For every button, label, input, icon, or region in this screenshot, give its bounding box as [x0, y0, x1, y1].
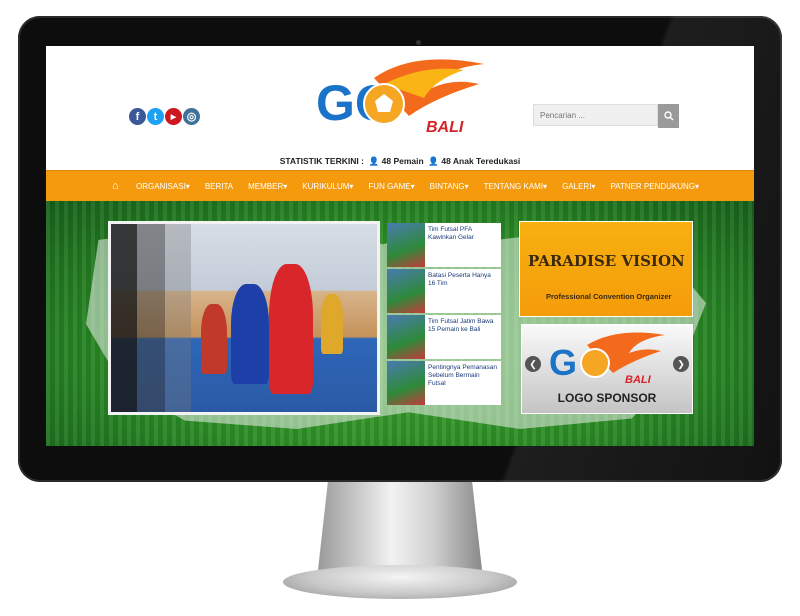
news-thumbnail: [387, 269, 425, 313]
chevron-left-icon: ❮: [529, 358, 537, 369]
news-list: Tim Futsal PFA Kawinkan Gelar Batasi Pes…: [387, 223, 501, 423]
news-item[interactable]: Pentingnya Pemanasan Sebelum Bermain Fut…: [387, 361, 501, 405]
nav-item-organisasi[interactable]: ORGANISASI▾: [136, 182, 190, 191]
user-icon: 👤: [428, 156, 440, 166]
slider-next-button[interactable]: ❯: [673, 356, 689, 372]
ad-title: PARADISE VISION: [528, 252, 685, 270]
monitor-stand: [318, 482, 482, 570]
youtube-icon[interactable]: ▶: [165, 108, 182, 125]
stats-players: 48 Pemain: [381, 156, 424, 166]
news-thumbnail: [387, 361, 425, 405]
user-icon: 👤: [368, 156, 380, 166]
news-item[interactable]: Batasi Peserta Hanya 16 Tim: [387, 269, 501, 313]
nav-item-kurikulum[interactable]: KURIKULUM▾: [302, 182, 353, 191]
home-icon[interactable]: ⌂: [112, 180, 124, 192]
instagram-icon[interactable]: ◎: [183, 108, 200, 125]
stats-label: STATISTIK TERKINI :: [279, 156, 364, 166]
sponsor-slider[interactable]: G BALI LOGO SPONSOR: [521, 324, 693, 414]
nav-item-berita[interactable]: BERITA: [205, 182, 233, 191]
nav-item-fun-game[interactable]: FUN GAME▾: [368, 182, 414, 191]
stats-children: 48 Anak Teredukasi: [441, 156, 521, 166]
chevron-right-icon: ❯: [677, 358, 685, 369]
news-thumbnail: [387, 315, 425, 359]
paradise-vision-ad[interactable]: PARADISE VISION Professional Convention …: [519, 221, 693, 317]
hero-section: Tim Futsal PFA Kawinkan Gelar Batasi Pes…: [46, 201, 754, 446]
player-figure: [321, 294, 343, 354]
search-bar: [533, 104, 679, 128]
website-screen: f t ▶ ◎ GO BALI STATISTIK TERKINI :: [46, 46, 754, 446]
news-title: Tim Futsal Jatim Bawa 15 Pemain ke Bali: [425, 315, 501, 359]
sponsor-label: LOGO SPONSOR: [557, 391, 657, 405]
main-nav: ⌂ ORGANISASI▾ BERITA MEMBER▾ KURIKULUM▾ …: [46, 170, 754, 202]
site-logo[interactable]: GO BALI: [314, 58, 486, 138]
facebook-icon[interactable]: f: [129, 108, 146, 125]
search-button[interactable]: [658, 104, 679, 128]
player-figure: [201, 304, 227, 374]
player-figure: [269, 264, 313, 394]
twitter-icon[interactable]: t: [147, 108, 164, 125]
news-item[interactable]: Tim Futsal Jatim Bawa 15 Pemain ke Bali: [387, 315, 501, 359]
stats-bar: STATISTIK TERKINI : 👤 48 Pemain 👤 48 Ana…: [46, 156, 754, 167]
news-title: Batasi Peserta Hanya 16 Tim: [425, 269, 501, 313]
slider-prev-button[interactable]: ❮: [525, 356, 541, 372]
news-item[interactable]: Tim Futsal PFA Kawinkan Gelar: [387, 223, 501, 267]
featured-photo[interactable]: [108, 221, 380, 415]
svg-text:G: G: [549, 342, 577, 383]
nav-item-member[interactable]: MEMBER▾: [248, 182, 287, 191]
ad-subtitle: Professional Convention Organizer: [546, 292, 672, 301]
logo-text-sub: BALI: [426, 119, 464, 136]
sponsor-logo: G BALI: [549, 332, 665, 386]
nav-item-galeri[interactable]: GALERI▾: [562, 182, 595, 191]
search-icon: [663, 111, 673, 121]
search-input[interactable]: [533, 104, 658, 126]
site-header: f t ▶ ◎ GO BALI STATISTIK TERKINI :: [46, 46, 754, 170]
news-title: Tim Futsal PFA Kawinkan Gelar: [425, 223, 501, 267]
social-links: f t ▶ ◎: [129, 108, 200, 125]
player-figure: [231, 284, 269, 384]
svg-text:BALI: BALI: [625, 374, 652, 386]
news-title: Pentingnya Pemanasan Sebelum Bermain Fut…: [425, 361, 501, 405]
nav-item-patner-pendukung[interactable]: PATNER PENDUKUNG▾: [610, 182, 699, 191]
camera-dot: [416, 40, 421, 45]
nav-item-bintang[interactable]: BINTANG▾: [430, 182, 469, 191]
nav-item-tentang-kami[interactable]: TENTANG KAMI▾: [484, 182, 547, 191]
monitor-base: [283, 565, 517, 599]
news-thumbnail: [387, 223, 425, 267]
